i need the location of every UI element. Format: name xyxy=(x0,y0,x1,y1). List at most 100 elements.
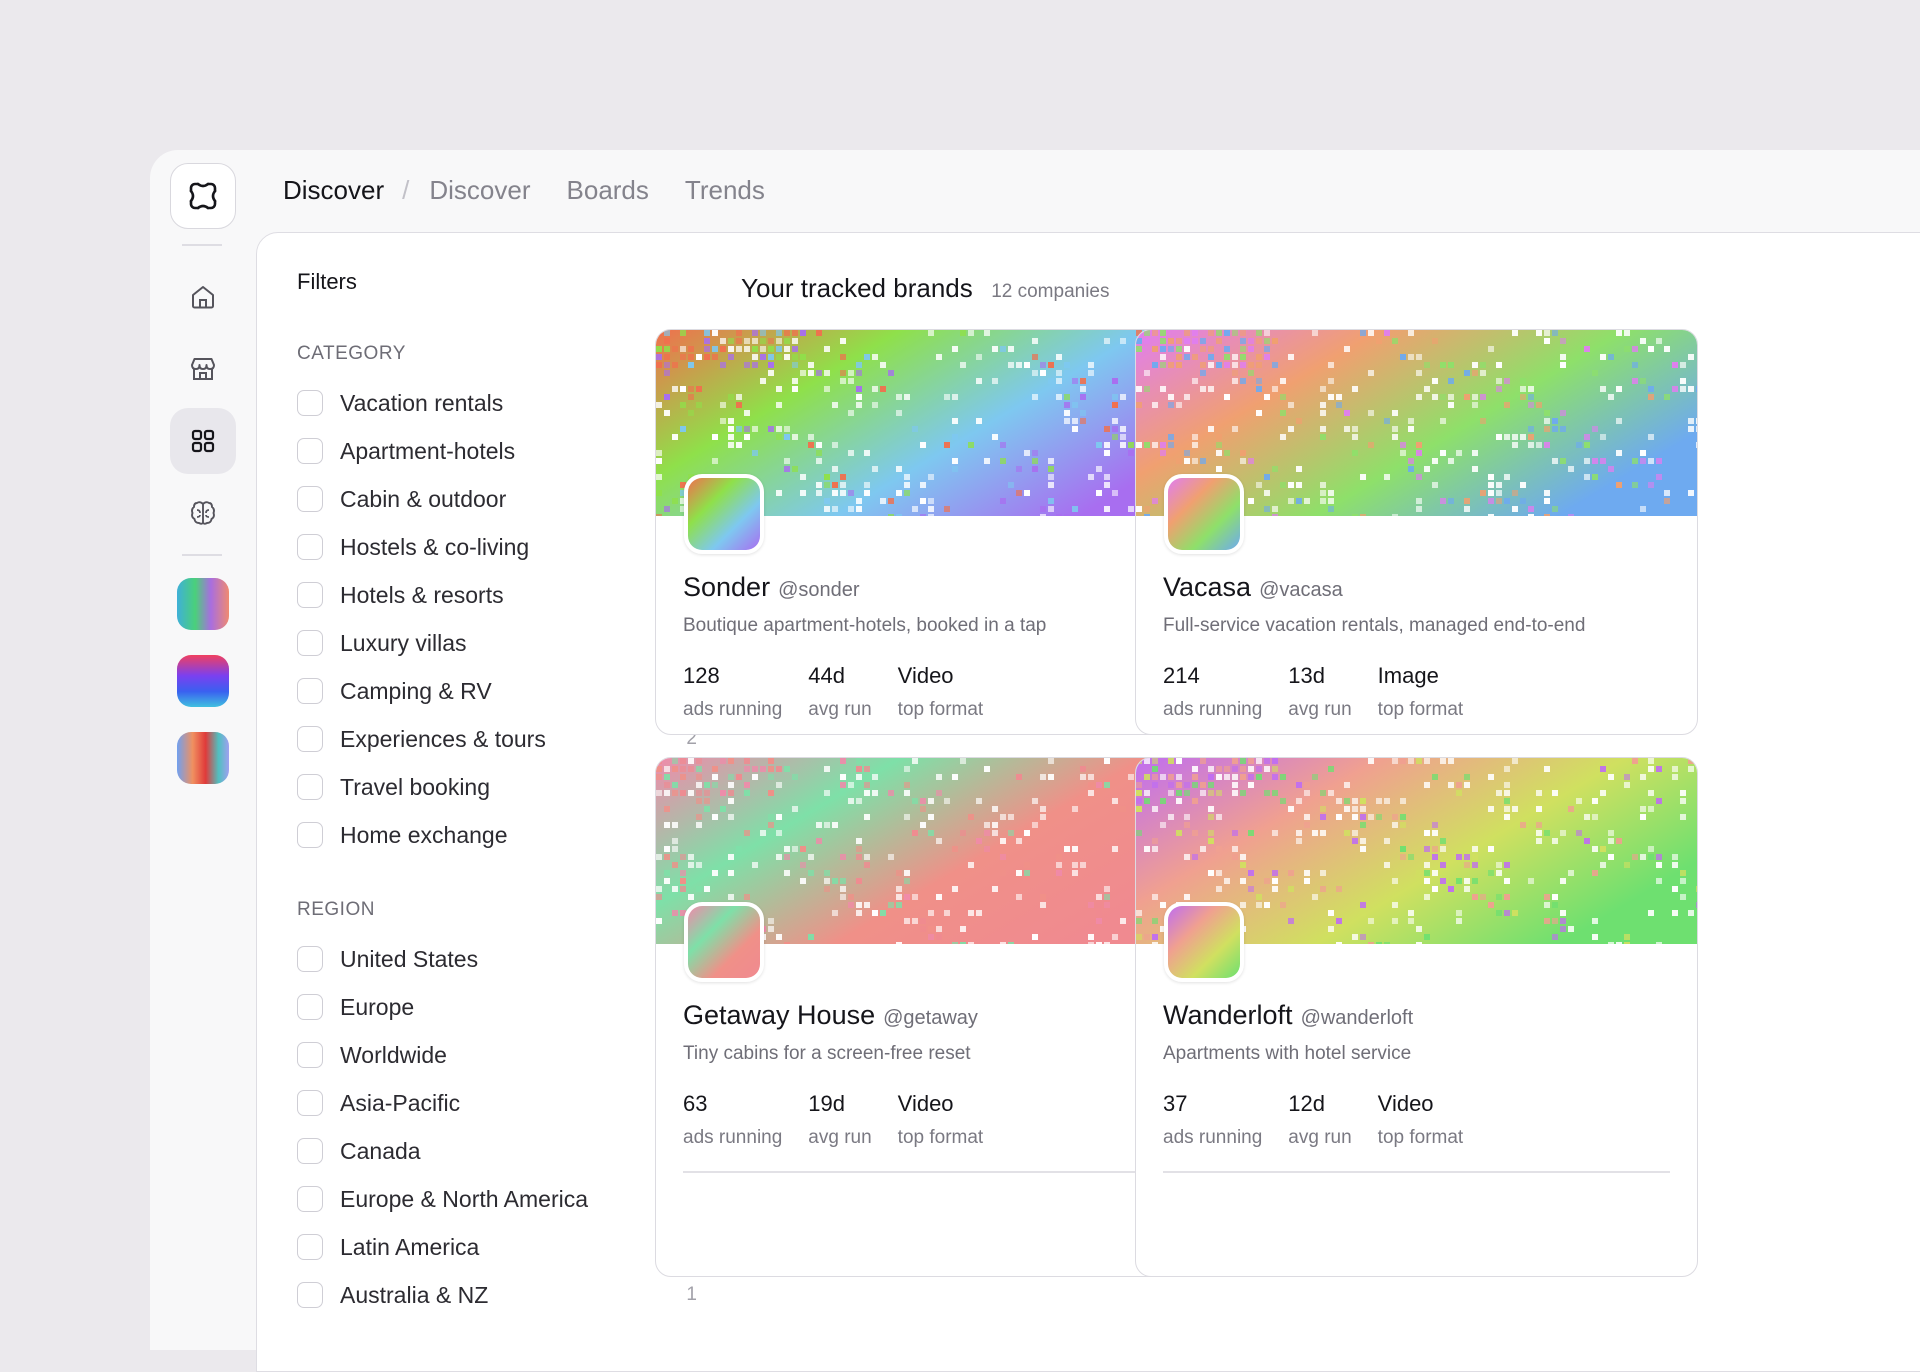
tab-boards[interactable]: Boards xyxy=(550,165,666,216)
region-filter-row[interactable]: Latin America2 xyxy=(297,1223,697,1271)
filter-checkbox[interactable] xyxy=(297,946,323,972)
category-filter-row[interactable]: Apartment-hotels4 xyxy=(297,427,697,475)
stat: 214 ads running xyxy=(1163,663,1262,721)
filter-checkbox[interactable] xyxy=(297,630,323,656)
category-filter-row[interactable]: Vacation rentals6 xyxy=(297,379,697,427)
page-title: Your tracked brands xyxy=(741,273,973,303)
category-filter-row[interactable]: Luxury villas3 xyxy=(297,619,697,667)
region-filter-row[interactable]: Europe & North America2 xyxy=(297,1175,697,1223)
category-filter-row[interactable]: Travel booking2 xyxy=(297,763,697,811)
region-filter-row[interactable]: Australia & NZ 1 xyxy=(297,1271,697,1319)
card-divider xyxy=(1163,1171,1670,1173)
brand-handle: @wanderloft xyxy=(1300,1007,1414,1029)
filter-checkbox[interactable] xyxy=(297,1042,323,1068)
brand-name[interactable]: Wanderloft xyxy=(1163,1000,1293,1030)
filter-checkbox[interactable] xyxy=(297,390,323,416)
logo-button[interactable] xyxy=(170,163,236,229)
brand-card[interactable]: Vacasa @vacasa Full-service vacation renta… xyxy=(1135,329,1698,735)
filter-label: United States xyxy=(340,945,479,972)
filter-checkbox[interactable] xyxy=(297,486,323,512)
rail-brand-avatar[interactable] xyxy=(177,732,229,784)
rail-brand-avatar[interactable] xyxy=(177,578,229,630)
category-filter-row[interactable]: Camping & RV2 xyxy=(297,667,697,715)
filter-checkbox[interactable] xyxy=(297,678,323,704)
nav-insights[interactable] xyxy=(170,480,236,546)
filter-label: Camping & RV xyxy=(340,677,492,704)
filter-label: Cabin & outdoor xyxy=(340,485,507,512)
filter-checkbox[interactable] xyxy=(297,822,323,848)
brand-avatar xyxy=(1164,902,1244,982)
brand-card[interactable]: Sonder @sonder Boutique apartment-hotels, … xyxy=(655,329,1218,735)
stat-value: 214 xyxy=(1163,663,1200,688)
region-filter-row[interactable]: Asia-Pacific2 xyxy=(297,1079,697,1127)
nav-home[interactable] xyxy=(170,264,236,330)
filter-checkbox[interactable] xyxy=(297,1138,323,1164)
filter-label: Travel booking xyxy=(340,773,491,800)
brand-avatar xyxy=(684,902,764,982)
stat-label: avg run xyxy=(808,699,872,720)
filter-checkbox[interactable] xyxy=(297,438,323,464)
brand-handle: @getaway xyxy=(883,1007,978,1029)
brand-avatar xyxy=(1164,474,1244,554)
breadcrumb-root[interactable]: Discover xyxy=(268,175,399,206)
category-filter-row[interactable]: Hotels & resorts3 xyxy=(297,571,697,619)
brand-name[interactable]: Vacasa xyxy=(1163,572,1251,602)
stat-value: Video xyxy=(1377,1091,1434,1116)
filter-checkbox[interactable] xyxy=(297,726,323,752)
filter-checkbox[interactable] xyxy=(297,582,323,608)
stat-value: 12d xyxy=(1288,1091,1326,1116)
stat-label: avg run xyxy=(1288,1127,1352,1148)
stat: Image top format xyxy=(1378,663,1464,721)
filter-label: Europe xyxy=(340,993,415,1020)
filter-checkbox[interactable] xyxy=(297,1234,323,1260)
stat-label: avg run xyxy=(1288,699,1352,720)
stat-value: 63 xyxy=(683,1091,708,1116)
brand-name[interactable]: Sonder xyxy=(683,572,770,602)
category-filter-row[interactable]: Experiences & tours 2 xyxy=(297,715,697,763)
category-filter-row[interactable]: Home exchange1 xyxy=(297,811,697,859)
region-filter-row[interactable]: Europe4 xyxy=(297,983,697,1031)
rail-divider xyxy=(182,554,222,556)
filter-checkbox[interactable] xyxy=(297,774,323,800)
category-filter-row[interactable]: Hostels & co-living4 xyxy=(297,523,697,571)
region-filter-row[interactable]: Worldwide4 xyxy=(297,1031,697,1079)
tab-discover[interactable]: Discover xyxy=(412,165,547,216)
stat-value: 37 xyxy=(1163,1091,1188,1116)
brand-description: Full-service vacation rentals, managed e… xyxy=(1163,615,1586,636)
filter-label: Vacation rentals xyxy=(340,389,504,416)
filter-checkbox[interactable] xyxy=(297,1282,323,1308)
filter-label: Apartment-hotels xyxy=(340,437,516,464)
filter-count: 1 xyxy=(686,1284,697,1305)
filter-checkbox[interactable] xyxy=(297,534,323,560)
filter-label: Canada xyxy=(340,1137,421,1164)
store-icon xyxy=(191,358,215,380)
nav-rail xyxy=(150,150,254,1350)
filter-checkbox[interactable] xyxy=(297,994,323,1020)
filter-label: Latin America xyxy=(340,1233,480,1260)
stat: 12d avg run xyxy=(1288,1091,1351,1149)
category-filter-row[interactable]: Cabin & outdoor4 xyxy=(297,475,697,523)
tab-trends[interactable]: Trends xyxy=(668,165,782,216)
nav-store[interactable] xyxy=(170,336,236,402)
stat: Video top format xyxy=(898,663,984,721)
logo-icon xyxy=(189,182,217,210)
home-icon xyxy=(192,286,214,309)
stat: 128 ads running xyxy=(683,663,782,721)
filter-label: Luxury villas xyxy=(340,629,467,656)
stat: 44d avg run xyxy=(808,663,871,721)
stat-label: ads running xyxy=(683,699,783,720)
brand-handle: @vacasa xyxy=(1259,579,1343,601)
rail-brand-avatar[interactable] xyxy=(177,655,229,707)
brand-card[interactable]: Getaway House @getaway Tiny cabins for a s… xyxy=(655,757,1218,1277)
region-filter-row[interactable]: United States12 xyxy=(297,935,697,983)
brand-stats: 37 ads running 12d avg run Video top format xyxy=(1163,1091,1670,1149)
filter-checkbox[interactable] xyxy=(297,1090,323,1116)
stat: 37 ads running xyxy=(1163,1091,1262,1149)
nav-discover[interactable] xyxy=(170,408,236,474)
filter-label: Home exchange xyxy=(340,821,508,848)
filter-label: Asia-Pacific xyxy=(340,1089,461,1116)
brand-name[interactable]: Getaway House xyxy=(683,1000,875,1030)
brand-card[interactable]: Wanderloft @wanderloft Apartments with hot… xyxy=(1135,757,1698,1277)
region-filter-row[interactable]: Canada2 xyxy=(297,1127,697,1175)
filter-checkbox[interactable] xyxy=(297,1186,323,1212)
